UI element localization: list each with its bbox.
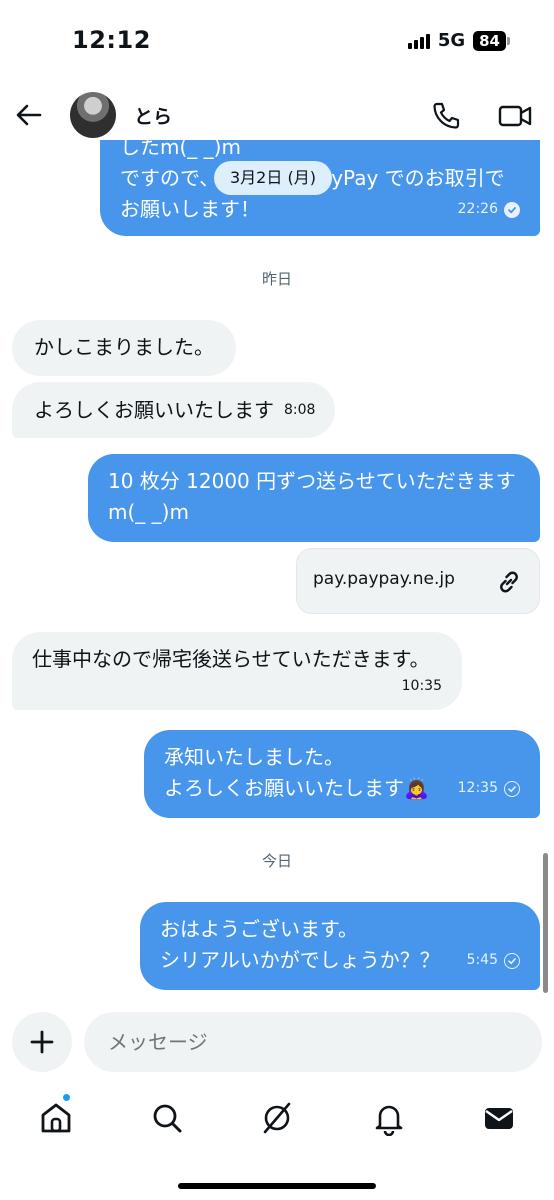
bowing-emoji-icon: 🙇‍♀️ xyxy=(404,776,429,800)
battery-level: 84 xyxy=(473,30,506,51)
message-text: m(_ _)m xyxy=(108,500,189,524)
link-icon[interactable] xyxy=(495,568,523,596)
home-icon[interactable] xyxy=(38,1100,74,1136)
add-attachment-button[interactable] xyxy=(12,1012,72,1072)
message-text: 承知いたしました。 xyxy=(164,745,344,769)
back-arrow-icon[interactable] xyxy=(14,100,44,130)
message-input[interactable] xyxy=(84,1012,542,1072)
message-bubble-outgoing[interactable]: 承知いたしました。 よろしくお願いいたします🙇‍♀️ 12:35 xyxy=(144,730,540,818)
read-check-icon xyxy=(504,201,520,218)
messages-icon[interactable] xyxy=(481,1100,517,1136)
message-bubble-incoming[interactable]: 仕事中なので帰宅後送らせていただきます。 10:35 xyxy=(12,632,462,710)
message-time: 5:45 xyxy=(467,945,520,976)
link-url: pay.paypay.ne.jp xyxy=(313,569,455,589)
message-text: したm(_ _)m xyxy=(120,140,241,159)
message-bubble-incoming[interactable]: よろしくお願いいたします 8:08 xyxy=(12,382,336,438)
grok-icon[interactable] xyxy=(259,1100,295,1136)
message-time: 22:26 xyxy=(458,194,520,225)
message-time: 8:08 xyxy=(284,402,316,418)
message-text: よろしくお願いいたします🙇‍♀️ xyxy=(164,776,429,800)
contact-name[interactable]: とら xyxy=(134,102,172,129)
network-label: 5G xyxy=(437,30,466,51)
message-text: よろしくお願いいたします xyxy=(34,398,274,422)
message-bubble-outgoing[interactable]: おはようございます。 シリアルいかがでしょうか？？ 5:45 xyxy=(140,902,540,990)
avatar[interactable] xyxy=(70,92,116,138)
video-call-icon[interactable] xyxy=(497,100,533,132)
bottom-tab-bar xyxy=(0,1084,554,1154)
status-time: 12:12 xyxy=(72,26,151,54)
status-indicators: 5G 84 xyxy=(407,30,510,51)
message-text: 仕事中なので帰宅後送らせていただきます。 xyxy=(32,647,430,671)
message-text: 10 枚分 12000 円ずつ送らせていただきます xyxy=(108,469,516,493)
message-text: かしこまりました。 xyxy=(34,335,214,359)
message-text: シリアルいかがでしょうか？？ xyxy=(160,948,440,972)
home-indicator xyxy=(178,1183,376,1189)
date-separator: 昨日 xyxy=(261,270,292,288)
message-text: おはようございます。 xyxy=(160,917,358,941)
status-bar: 12:12 5G 84 xyxy=(0,0,554,80)
battery-icon: 84 xyxy=(473,30,510,51)
date-separator: 今日 xyxy=(261,852,292,870)
message-text: お願いします！ xyxy=(120,197,260,221)
message-composer xyxy=(0,1008,554,1074)
link-preview-card[interactable]: pay.paypay.ne.jp xyxy=(296,548,540,614)
search-icon[interactable] xyxy=(149,1100,185,1136)
signal-icon xyxy=(407,33,430,49)
notifications-icon[interactable] xyxy=(371,1100,407,1136)
scrollbar[interactable] xyxy=(543,853,548,993)
message-bubble-outgoing[interactable]: 10 枚分 12000 円ずつ送らせていただきます m(_ _)m xyxy=(88,454,540,542)
plus-icon xyxy=(30,1030,54,1054)
floating-date-pill: 3月2日 (月) xyxy=(214,161,332,195)
sent-check-icon xyxy=(504,952,520,969)
message-time: 12:35 xyxy=(458,773,520,804)
message-time: 10:35 xyxy=(401,678,442,694)
phone-icon[interactable] xyxy=(430,100,462,132)
sent-check-icon xyxy=(504,780,520,797)
message-bubble-incoming[interactable]: かしこまりました。 xyxy=(12,320,236,376)
unread-dot-badge xyxy=(62,1093,71,1102)
